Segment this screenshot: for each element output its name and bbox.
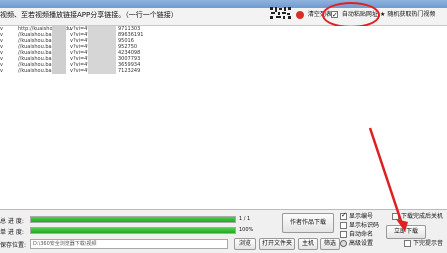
link-list[interactable]: v http://kuaishou.baidu v?vi=4*6542 971130… xyxy=(0,26,447,210)
clear-list-button[interactable]: 清空列表 xyxy=(296,9,332,21)
stop-button[interactable]: 主机 xyxy=(298,238,318,250)
auto-rename-check-icon xyxy=(340,231,347,238)
shutdown-after-download-checkbox[interactable]: 下载完成后关机 xyxy=(392,213,443,221)
single-progress-text: 100% xyxy=(239,227,254,233)
finish-sound-check-icon xyxy=(404,240,411,247)
browse-button[interactable]: 浏览 xyxy=(234,238,256,250)
open-folder-button[interactable]: 打开文件夹 xyxy=(259,238,295,250)
filter-button[interactable]: 筛选 xyxy=(320,238,340,250)
star-icon: ★ xyxy=(380,11,386,18)
single-progress-label: 单 进 度: xyxy=(0,229,24,236)
show-marks-checkbox[interactable]: 显示标识码 xyxy=(340,222,379,230)
shutdown-label: 下载完成后关机 xyxy=(401,213,444,220)
save-path-field[interactable]: D:\360安全浏览器下载\视频 xyxy=(30,239,228,249)
show-marks-label: 显示标识码 xyxy=(349,222,380,229)
auto-paste-label: 自动粘贴网址 xyxy=(341,11,378,18)
single-progress-bar xyxy=(30,227,236,234)
random-hot-video-button[interactable]: ★ 随机获取热门视频 xyxy=(380,9,435,21)
total-progress-label: 总 进 度: xyxy=(0,218,24,225)
input-prompt: 视频、至若视频播放链接APP分享链接。（一行一个链接） xyxy=(0,11,178,19)
auto-rename-checkbox[interactable]: 自动命名 xyxy=(340,231,373,239)
show-marks-check-icon xyxy=(340,222,347,229)
author-download-button[interactable]: 作者作品下载 xyxy=(282,213,334,233)
total-progress-fill xyxy=(31,217,235,222)
advanced-settings-label: 高级设置 xyxy=(349,240,374,247)
show-number-check-icon xyxy=(340,211,347,220)
start-download-button[interactable]: 立即下载 xyxy=(386,225,426,239)
single-progress-fill xyxy=(31,228,235,233)
auto-paste-check-icon xyxy=(331,9,338,21)
show-number-label: 显示编号 xyxy=(349,213,374,220)
save-location-label: 保存位置: xyxy=(0,242,27,249)
list-item: v//kuaishou.baidu v?vi=4*4300 7123249 xyxy=(0,68,141,74)
total-progress-bar xyxy=(30,216,236,223)
auto-paste-checkbox[interactable]: 自动粘贴网址 xyxy=(331,9,378,21)
shutdown-check-icon xyxy=(392,213,399,220)
finish-sound-checkbox[interactable]: 下完提示音 xyxy=(404,240,443,248)
random-hot-video-label: 随机获取热门视频 xyxy=(387,11,436,18)
finish-sound-label: 下完提示音 xyxy=(413,240,444,247)
clear-icon xyxy=(296,10,304,19)
bottom-panel: 总 进 度: 1 / 1 单 进 度: 100% 保存位置: D:\360安全浏… xyxy=(0,210,447,253)
show-number-checkbox[interactable]: 显示编号 xyxy=(340,211,374,221)
clear-list-label: 清空列表 xyxy=(307,11,332,18)
total-progress-text: 1 / 1 xyxy=(239,216,251,222)
window-titlebar xyxy=(0,0,447,8)
qr-icon xyxy=(270,7,292,19)
auto-rename-label: 自动命名 xyxy=(349,231,374,238)
advanced-settings-link[interactable]: 高级设置 xyxy=(340,240,373,248)
settings-icon xyxy=(340,240,347,247)
